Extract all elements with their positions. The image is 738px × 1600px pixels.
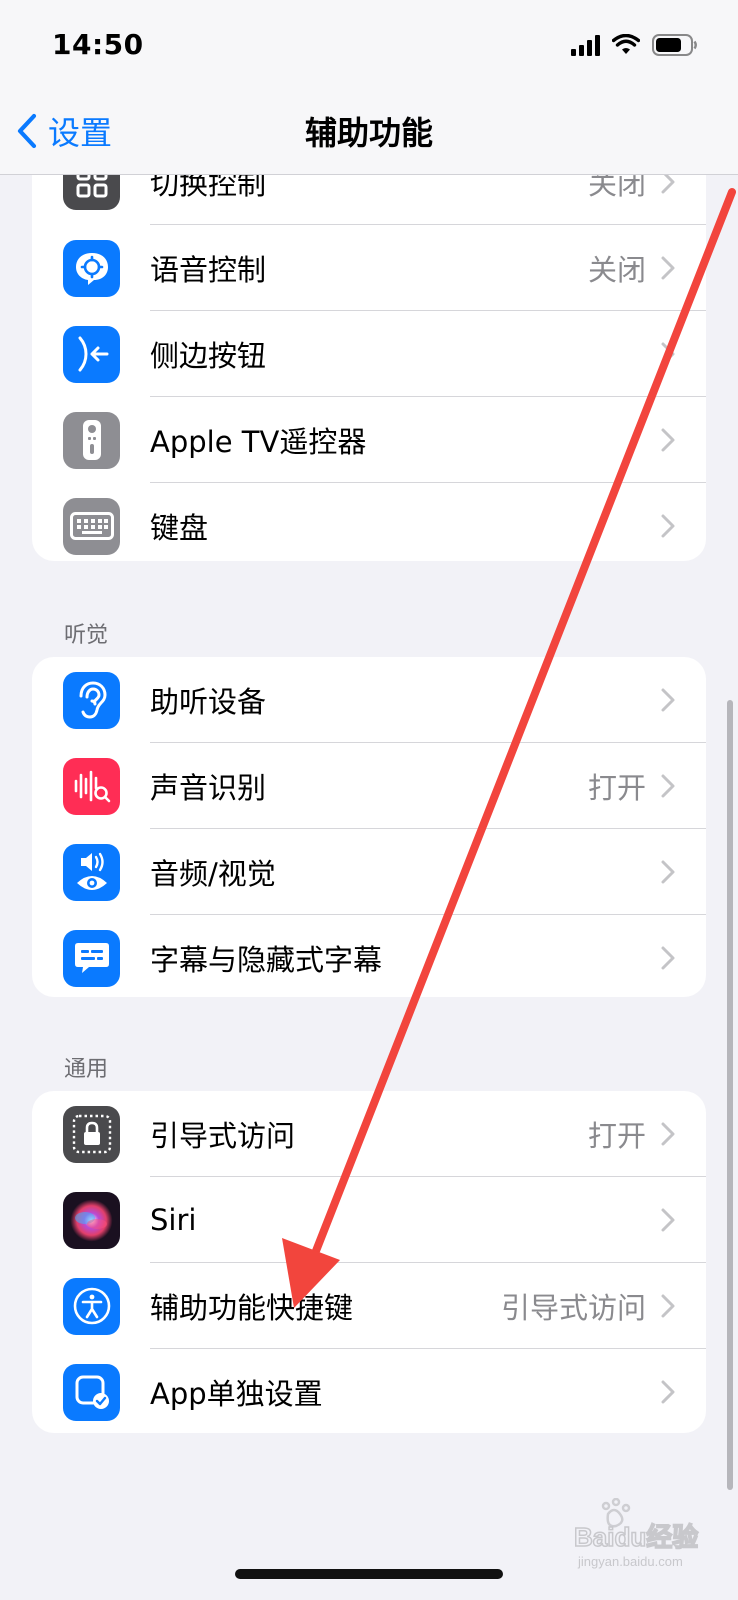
watermark-subtext: jingyan.baidu.com: [577, 1554, 683, 1569]
chevron-right-icon: [661, 688, 675, 712]
list-item-apple-tv-remote[interactable]: Apple TV遥控器: [32, 397, 706, 483]
list-item-switch-control[interactable]: 切换控制 关闭: [32, 175, 706, 225]
voice-control-value: 关闭: [587, 253, 646, 287]
list-item-voice-control[interactable]: 语音控制 关闭: [32, 225, 706, 311]
cellular-signal-icon: [571, 34, 600, 56]
status-time: 14:50: [52, 28, 144, 61]
watermark-text: Baidu经验: [574, 1522, 698, 1552]
list-item-side-button[interactable]: 侧边按钮: [32, 311, 706, 397]
list-item-siri[interactable]: Siri: [32, 1177, 706, 1263]
section-header-hearing: 听觉: [64, 623, 109, 648]
guided-access-icon: [63, 1105, 120, 1163]
chevron-right-icon: [661, 860, 675, 884]
motor-group: 切换控制 关闭 语音控制 关闭 侧边按钮 Apple TV遥控器 键盘: [32, 175, 706, 561]
accessibility-shortcut-label: 辅助功能快捷键: [150, 1291, 354, 1325]
chevron-right-icon: [661, 342, 675, 366]
navigation-bar: 设置 辅助功能: [0, 90, 738, 175]
list-item-subtitles-captioning[interactable]: 字幕与隐藏式字幕: [32, 915, 706, 997]
guided-access-value: 打开: [587, 1119, 646, 1153]
guided-access-label: 引导式访问: [150, 1119, 296, 1153]
baidu-watermark-logo: Baidu经验 jingyan.baidu.com: [573, 1498, 699, 1569]
general-group: 引导式访问 打开 Siri 辅助功能快捷键 引导式访问 App单独设置: [32, 1091, 706, 1433]
chevron-right-icon: [661, 175, 675, 194]
subtitles-captioning-label: 字幕与隐藏式字幕: [150, 943, 383, 977]
switch-control-icon: [63, 175, 120, 210]
list-item-accessibility-shortcut[interactable]: 辅助功能快捷键 引导式访问: [32, 1263, 706, 1349]
switch-control-label: 切换控制: [150, 175, 267, 201]
page-title: 辅助功能: [304, 114, 433, 152]
siri-icon: [63, 1191, 120, 1249]
battery-icon: [652, 34, 697, 56]
hearing-group: 助听设备 声音识别 打开 音频/视觉 字幕与隐藏式字幕: [32, 657, 706, 997]
chevron-right-icon: [661, 774, 675, 798]
switch-control-value: 关闭: [587, 175, 646, 201]
voice-control-label: 语音控制: [150, 253, 267, 287]
home-indicator[interactable]: [235, 1569, 503, 1579]
side-button-icon: [63, 325, 120, 383]
hearing-devices-label: 助听设备: [150, 685, 267, 719]
list-item-sound-recognition[interactable]: 声音识别 打开: [32, 743, 706, 829]
chevron-right-icon: [661, 1380, 675, 1404]
list-item-keyboards[interactable]: 键盘: [32, 483, 706, 561]
captions-icon: [63, 929, 120, 987]
settings-list[interactable]: 切换控制 关闭 语音控制 关闭 侧边按钮 Apple TV遥控器 键盘 听觉 助…: [0, 175, 738, 1600]
sound-recognition-value: 打开: [587, 771, 646, 805]
accessibility-icon: [63, 1277, 120, 1335]
voice-control-icon: [63, 239, 120, 297]
remote-icon: [63, 411, 120, 469]
list-item-per-app-settings[interactable]: App单独设置: [32, 1349, 706, 1433]
per-app-settings-icon: [63, 1363, 120, 1421]
audio-visual-icon: [63, 843, 120, 901]
audio-visual-label: 音频/视觉: [150, 857, 276, 891]
chevron-right-icon: [661, 946, 675, 970]
accessibility-shortcut-value: 引导式访问: [500, 1291, 646, 1325]
sound-recognition-label: 声音识别: [150, 771, 267, 805]
section-header-general: 通用: [64, 1057, 109, 1082]
keyboards-label: 键盘: [150, 511, 209, 545]
keyboard-icon: [63, 497, 120, 555]
wifi-icon: [612, 34, 640, 54]
ear-icon: [63, 671, 120, 729]
chevron-right-icon: [661, 514, 675, 538]
status-bar: 14:50: [0, 0, 738, 90]
list-item-hearing-devices[interactable]: 助听设备: [32, 657, 706, 743]
status-icons: [571, 33, 698, 57]
side-button-label: 侧边按钮: [150, 339, 267, 373]
chevron-right-icon: [661, 428, 675, 452]
list-item-audio-visual[interactable]: 音频/视觉: [32, 829, 706, 915]
chevron-right-icon: [661, 1208, 675, 1232]
sound-recognition-icon: [63, 757, 120, 815]
chevron-right-icon: [661, 1294, 675, 1318]
siri-label: Siri: [150, 1203, 197, 1237]
chevron-right-icon: [661, 1122, 675, 1146]
apple-tv-remote-label: Apple TV遥控器: [150, 425, 367, 459]
per-app-settings-label: App单独设置: [150, 1377, 323, 1411]
chevron-right-icon: [661, 256, 675, 280]
scroll-indicator[interactable]: [727, 700, 733, 1490]
list-item-guided-access[interactable]: 引导式访问 打开: [32, 1091, 706, 1177]
